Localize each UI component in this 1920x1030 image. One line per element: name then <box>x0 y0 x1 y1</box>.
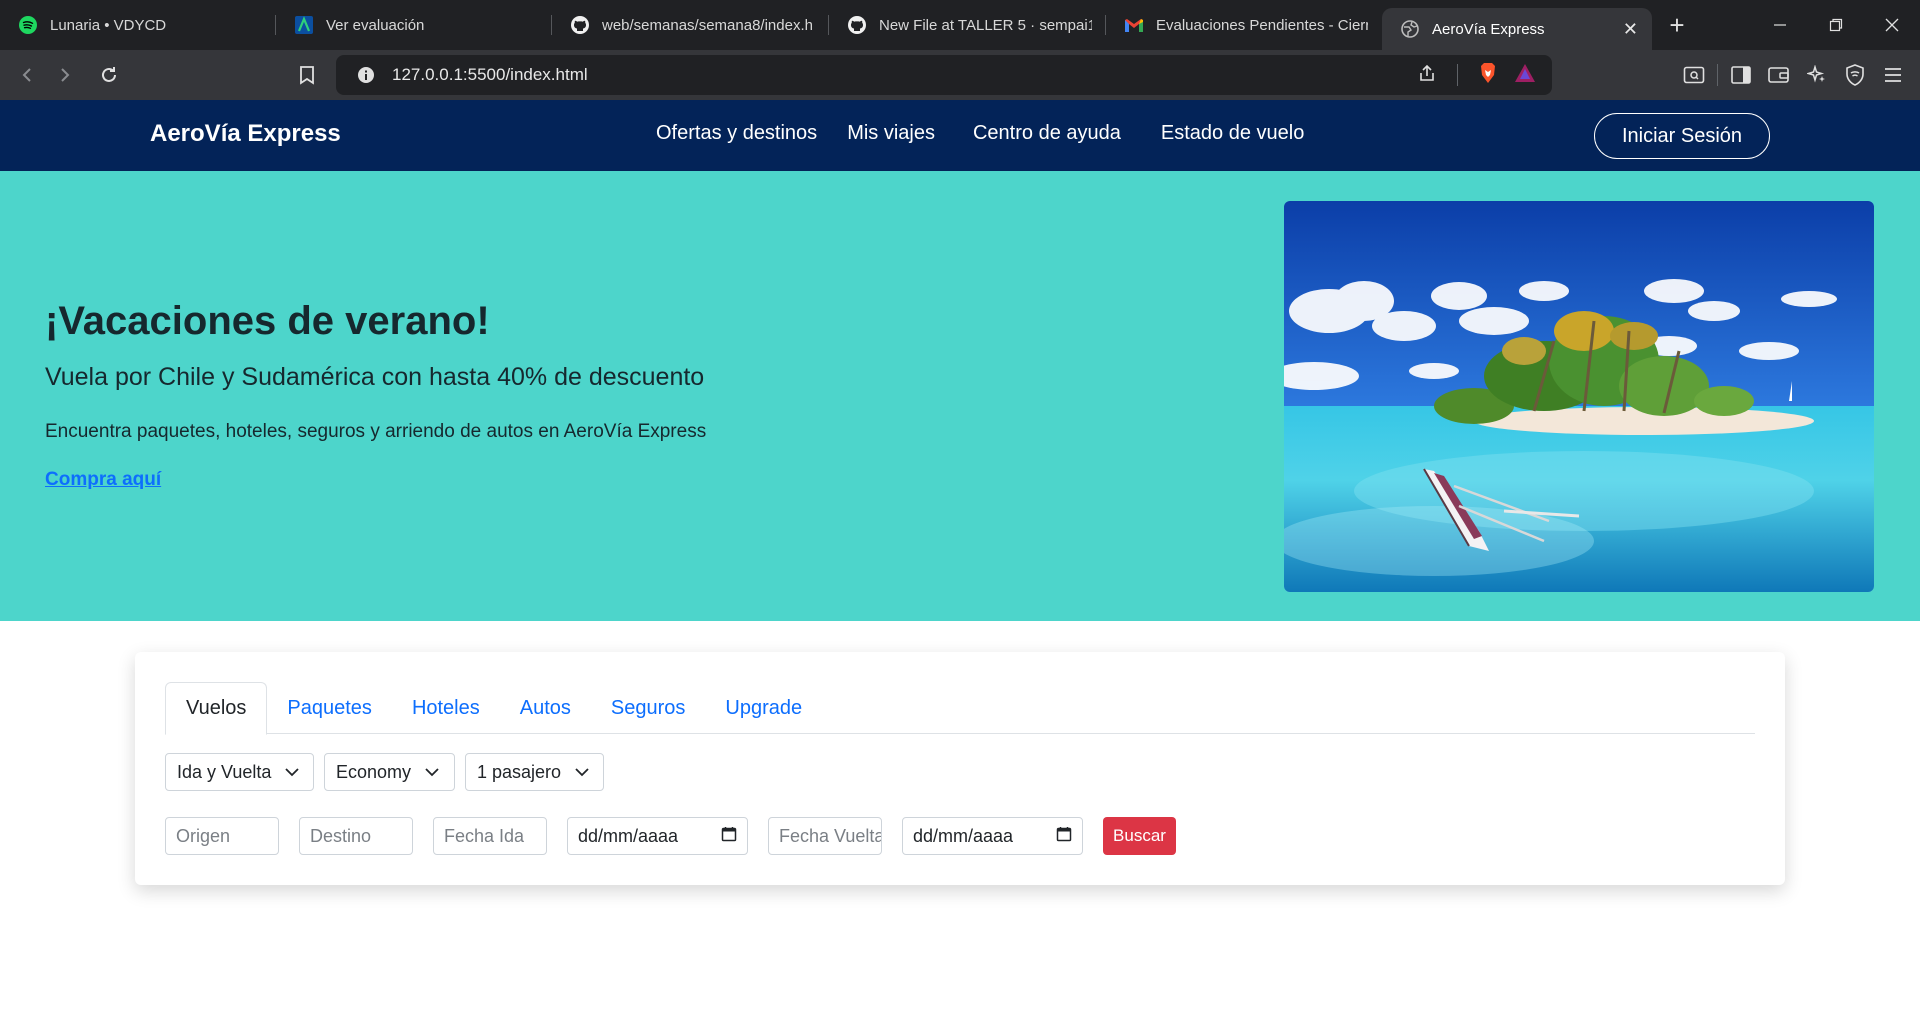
search-tabs: Vuelos Paquetes Hoteles Autos Seguros Up… <box>165 682 1755 735</box>
return-label-input[interactable]: Fecha Vuelta <box>768 817 882 855</box>
github-icon <box>570 15 590 35</box>
hero-title: ¡Vacaciones de verano! <box>45 299 490 343</box>
return-date-value: dd/mm/aaaa <box>913 825 1014 846</box>
reload-icon[interactable] <box>90 56 128 94</box>
browser-tab[interactable]: Lunaria • VDYCD <box>0 0 276 50</box>
back-icon[interactable] <box>8 56 46 94</box>
calendar-icon[interactable] <box>1056 826 1072 847</box>
tab-vuelos[interactable]: Vuelos <box>165 682 268 735</box>
hero-island-image <box>1284 201 1874 592</box>
return-date-input[interactable]: dd/mm/aaaa <box>902 817 1083 855</box>
url-text: 127.0.0.1:5500/index.html <box>392 65 588 84</box>
browser-tab[interactable]: Ver evaluación <box>276 0 552 50</box>
tab-title: Ver evaluación <box>326 16 425 34</box>
brave-rewards-icon[interactable] <box>1514 63 1536 88</box>
browser-toolbar: 127.0.0.1:5500/index.html <box>0 50 1920 100</box>
tab-hoteles[interactable]: Hoteles <box>392 682 500 734</box>
tab-title: Lunaria • VDYCD <box>50 16 167 34</box>
hero-banner: ¡Vacaciones de verano! Vuela por Chile y… <box>0 171 1920 621</box>
cabin-select[interactable]: Economy <box>324 753 455 791</box>
site-brand[interactable]: AeroVía Express <box>150 120 341 148</box>
chevron-down-icon <box>425 767 439 777</box>
spotify-icon <box>18 15 38 35</box>
browser-tab-active[interactable]: AeroVía Express ✕ <box>1382 8 1652 50</box>
tab-title: Evaluaciones Pendientes - Cierre <box>1156 16 1368 34</box>
hero-cta-link[interactable]: Compra aquí <box>45 469 161 491</box>
sidebar-icon[interactable] <box>1722 56 1760 94</box>
nav-links: Ofertas y destinos Mis viajes Centro de … <box>656 122 1334 145</box>
hero-subtitle: Vuela por Chile y Sudamérica con hasta 4… <box>45 363 705 391</box>
trip-type-value: Ida y Vuelta <box>177 761 272 782</box>
browser-tab[interactable]: Evaluaciones Pendientes - Cierre <box>1106 0 1382 50</box>
origin-input[interactable]: Origen <box>165 817 279 855</box>
tab-paquetes[interactable]: Paquetes <box>267 682 392 734</box>
nav-link-centro-ayuda[interactable]: Centro de ayuda <box>973 122 1121 145</box>
nav-link-ofertas[interactable]: Ofertas y destinos <box>656 122 817 145</box>
search-options-row: Ida y Vuelta Economy 1 pasajero <box>165 753 604 791</box>
depart-label-input[interactable]: Fecha Ida <box>433 817 547 855</box>
tab-title: AeroVía Express <box>1432 20 1545 38</box>
nav-link-mis-viajes[interactable]: Mis viajes <box>847 122 935 145</box>
reader-mode-icon[interactable] <box>1675 56 1713 94</box>
hero-description: Encuentra paquetes, hoteles, seguros y a… <box>45 421 707 442</box>
tab-upgrade[interactable]: Upgrade <box>705 682 822 734</box>
tab-title: New File at TALLER 5 · sempai12 <box>879 16 1092 34</box>
bookmark-icon[interactable] <box>288 56 326 94</box>
new-tab-button[interactable]: + <box>1652 0 1702 50</box>
tab-autos[interactable]: Autos <box>500 682 591 734</box>
chevron-down-icon <box>575 767 589 777</box>
search-card: Vuelos Paquetes Hoteles Autos Seguros Up… <box>135 652 1785 885</box>
site-info-icon[interactable] <box>346 66 386 84</box>
destination-input[interactable]: Destino <box>299 817 413 855</box>
window-controls <box>1752 0 1920 50</box>
passengers-value: 1 pasajero <box>477 761 562 782</box>
gmail-icon <box>1124 15 1144 35</box>
close-window-icon[interactable] <box>1864 0 1920 50</box>
trip-type-select[interactable]: Ida y Vuelta <box>165 753 314 791</box>
brave-shield-icon[interactable] <box>1478 62 1498 89</box>
browser-tab-strip: Lunaria • VDYCD Ver evaluación web/seman… <box>0 0 1920 50</box>
restore-icon[interactable] <box>1808 0 1864 50</box>
menu-icon[interactable] <box>1874 56 1912 94</box>
globe-icon <box>1400 19 1420 39</box>
wallet-icon[interactable] <box>1760 56 1798 94</box>
login-button[interactable]: Iniciar Sesión <box>1594 113 1770 159</box>
search-button[interactable]: Buscar <box>1103 817 1176 855</box>
share-icon[interactable] <box>1417 63 1437 88</box>
forward-icon[interactable] <box>46 56 84 94</box>
aiep-icon <box>294 15 314 35</box>
site-navbar: AeroVía Express Ofertas y destinos Mis v… <box>0 100 1920 171</box>
depart-date-input[interactable]: dd/mm/aaaa <box>567 817 748 855</box>
address-bar[interactable]: 127.0.0.1:5500/index.html <box>336 55 1552 95</box>
leo-ai-icon[interactable] <box>1798 56 1836 94</box>
depart-date-value: dd/mm/aaaa <box>578 825 679 846</box>
cabin-value: Economy <box>336 761 412 782</box>
minimize-icon[interactable] <box>1752 0 1808 50</box>
github-icon <box>847 15 867 35</box>
passengers-select[interactable]: 1 pasajero <box>465 753 604 791</box>
close-tab-icon[interactable]: ✕ <box>1613 19 1638 40</box>
search-fields-row: Origen Destino Fecha Ida dd/mm/aaaa Fech… <box>165 817 1176 855</box>
calendar-icon[interactable] <box>721 826 737 847</box>
browser-tab[interactable]: web/semanas/semana8/index.h <box>552 0 829 50</box>
tab-title: web/semanas/semana8/index.h <box>602 16 813 34</box>
tab-seguros[interactable]: Seguros <box>591 682 706 734</box>
chevron-down-icon <box>285 767 300 777</box>
nav-link-estado-vuelo[interactable]: Estado de vuelo <box>1161 122 1304 145</box>
vpn-icon[interactable] <box>1836 56 1874 94</box>
browser-tab[interactable]: New File at TALLER 5 · sempai12 <box>829 0 1106 50</box>
